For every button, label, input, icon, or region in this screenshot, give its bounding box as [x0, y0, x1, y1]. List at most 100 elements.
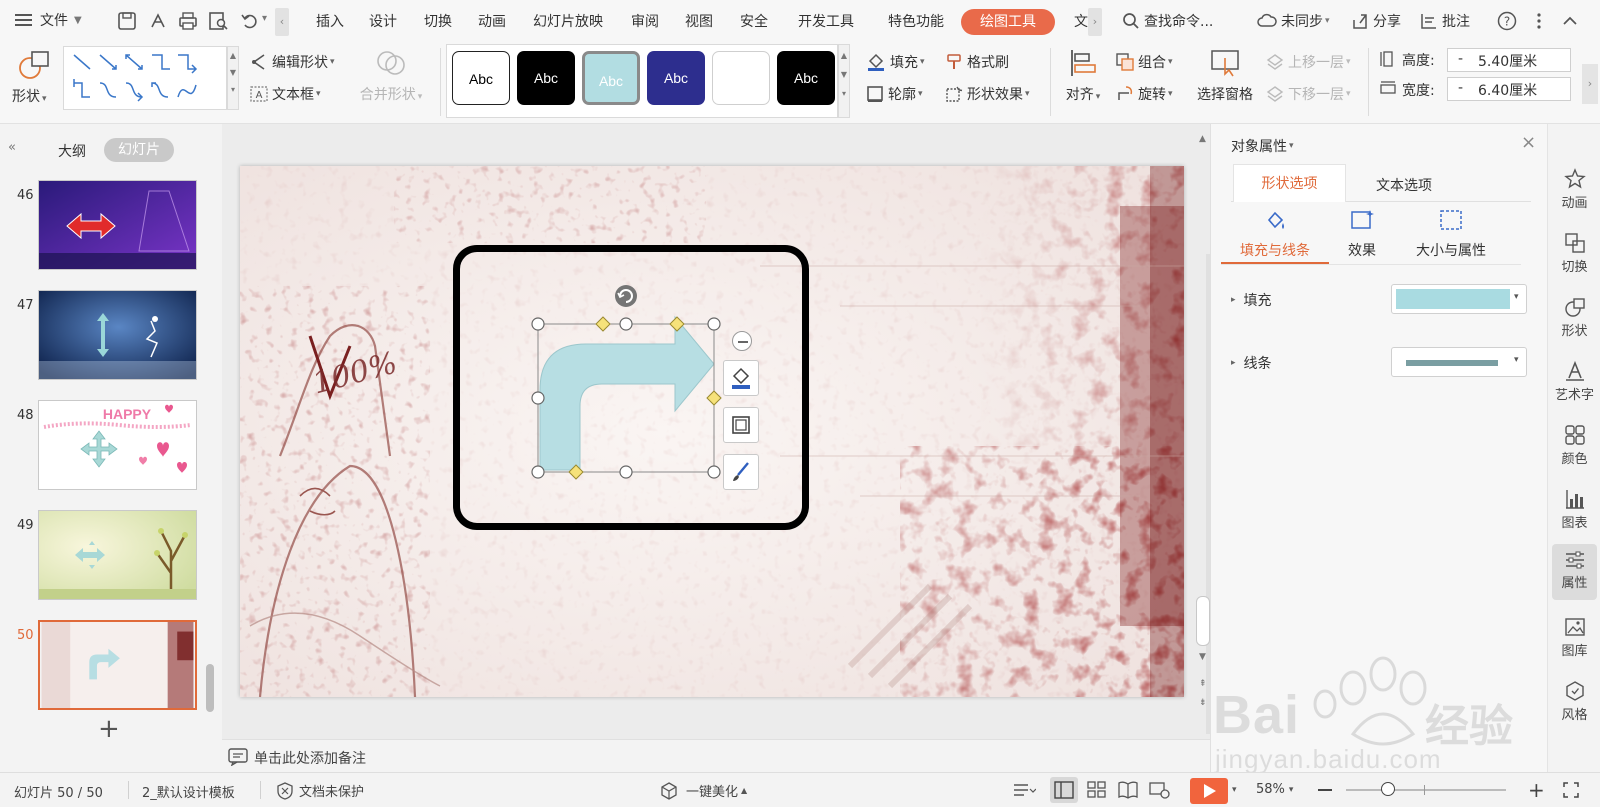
- slide-panel-scrollbar[interactable]: [206, 664, 214, 712]
- slide-thumbnail-50[interactable]: [38, 620, 197, 710]
- slide-thumbnail-48[interactable]: HAPPY: [38, 400, 197, 490]
- strip-style[interactable]: 风格: [1548, 676, 1600, 732]
- bring-forward-button[interactable]: 上移一层 ▾: [1266, 52, 1351, 72]
- strip-chart[interactable]: 图表: [1548, 484, 1600, 540]
- tab-developer[interactable]: 开发工具: [798, 11, 854, 31]
- shape-effects-button[interactable]: 形状效果 ▾: [945, 84, 1030, 104]
- strip-shape[interactable]: 形状: [1548, 292, 1600, 348]
- tab-animation[interactable]: 动画: [478, 11, 506, 31]
- slide-sorter-icon[interactable]: [1086, 780, 1108, 800]
- strip-wordart[interactable]: 艺术字: [1548, 356, 1600, 412]
- print-icon[interactable]: [178, 11, 198, 31]
- height-input[interactable]: - 5.40厘米: [1447, 48, 1571, 72]
- style-sample-white-outline[interactable]: Abc: [452, 51, 510, 105]
- subtab-fill-line[interactable]: 填充与线条: [1233, 206, 1317, 260]
- outline-button[interactable]: 轮廓 ▾: [866, 84, 923, 104]
- selection-pane-button[interactable]: 选择窗格: [1192, 48, 1258, 104]
- zoom-out-button[interactable]: [1318, 789, 1332, 791]
- beautify-button[interactable]: 一键美化 ▲: [660, 781, 747, 800]
- undo-dropdown-icon[interactable]: ▾: [262, 13, 267, 24]
- tab-outline[interactable]: 大纲: [58, 141, 86, 161]
- group-button[interactable]: 组合 ▾: [1116, 52, 1173, 72]
- doc-protect-status[interactable]: 文档未保护: [277, 781, 364, 800]
- tab-design[interactable]: 设计: [369, 11, 397, 31]
- quick-style-button[interactable]: [723, 454, 759, 490]
- strip-color[interactable]: 颜色: [1548, 420, 1600, 476]
- tab-text-options[interactable]: 文本选项: [1376, 175, 1432, 195]
- format-painter-button[interactable]: 格式刷: [945, 52, 1009, 72]
- reading-view-icon[interactable]: [1117, 780, 1139, 800]
- command-search[interactable]: 查找命令...: [1122, 11, 1213, 31]
- strip-animation[interactable]: 动画: [1548, 164, 1600, 220]
- help-icon[interactable]: ?: [1497, 11, 1517, 31]
- collapse-panel-icon[interactable]: «: [8, 140, 16, 155]
- collapse-toolbar-button[interactable]: [732, 331, 752, 351]
- tab-view[interactable]: 视图: [685, 11, 713, 31]
- close-icon[interactable]: ×: [1521, 132, 1536, 153]
- height-decrement[interactable]: -: [1458, 51, 1463, 67]
- add-slide-button[interactable]: +: [98, 714, 120, 744]
- normal-view-button[interactable]: [1050, 777, 1078, 803]
- width-input[interactable]: - 6.40厘米: [1447, 77, 1571, 101]
- share-button[interactable]: 分享: [1351, 11, 1401, 31]
- subtab-effect[interactable]: 效果: [1326, 206, 1398, 260]
- style-sample-light-blue-selected[interactable]: Abc: [582, 51, 640, 105]
- scroll-left-button[interactable]: ‹: [275, 8, 289, 36]
- canvas-scrollbar[interactable]: [1196, 596, 1210, 646]
- line-gallery[interactable]: [63, 46, 227, 110]
- presenter-view-icon[interactable]: [1148, 780, 1170, 800]
- sync-status[interactable]: 未同步 ▾: [1257, 11, 1330, 31]
- zoom-slider-track[interactable]: [1346, 789, 1506, 791]
- zoom-slider-thumb[interactable]: [1381, 782, 1395, 796]
- scroll-up-icon[interactable]: ▲: [1199, 134, 1206, 144]
- export-pdf-icon[interactable]: [148, 11, 168, 31]
- notes-bar[interactable]: 单击此处添加备注: [222, 739, 1210, 772]
- zoom-in-button[interactable]: +: [1528, 778, 1545, 802]
- fill-section-toggle[interactable]: ▸ 填充: [1231, 290, 1272, 310]
- fit-window-icon[interactable]: [1562, 781, 1580, 799]
- review-button[interactable]: 批注: [1420, 11, 1470, 31]
- tab-drawing-tools[interactable]: 绘图工具: [961, 9, 1055, 35]
- slide-thumbnail-49[interactable]: [38, 510, 197, 600]
- rotate-button[interactable]: 旋转 ▾: [1116, 84, 1173, 104]
- ribbon-scroll-right[interactable]: ›: [1582, 64, 1598, 104]
- style-sample-black[interactable]: Abc: [517, 51, 575, 105]
- notes-toggle-icon[interactable]: [1012, 782, 1036, 800]
- gallery-scroll[interactable]: ▲ ▼ ▾: [227, 46, 239, 110]
- style-sample-black-2[interactable]: Abc: [777, 51, 835, 105]
- text-box-button[interactable]: A 文本框 ▾: [250, 84, 321, 104]
- fill-color-dropdown[interactable]: ▾: [1391, 284, 1527, 314]
- quick-outline-button[interactable]: [723, 407, 759, 443]
- current-slide[interactable]: 100%: [240, 166, 1184, 697]
- style-sample-blank[interactable]: [712, 51, 770, 105]
- zoom-level[interactable]: 58% ▾: [1256, 782, 1293, 797]
- merge-shape-button[interactable]: 合并形状 ▾: [354, 48, 428, 108]
- fill-button[interactable]: 填充 ▾: [866, 52, 925, 72]
- quick-fill-button[interactable]: [723, 360, 759, 396]
- edit-shape-button[interactable]: 编辑形状 ▾: [250, 52, 335, 72]
- tab-text-tools[interactable]: 文: [1074, 11, 1088, 31]
- shape-button[interactable]: 形状 ▾: [12, 48, 56, 110]
- tab-shape-options[interactable]: 形状选项: [1233, 164, 1346, 202]
- strip-properties[interactable]: 属性: [1552, 544, 1597, 600]
- line-color-dropdown[interactable]: ▾: [1391, 347, 1527, 377]
- width-decrement[interactable]: -: [1458, 80, 1463, 96]
- slide-thumbnail-46[interactable]: [38, 180, 197, 270]
- align-button[interactable]: 对齐 ▾: [1060, 48, 1106, 104]
- print-preview-icon[interactable]: [208, 11, 228, 31]
- send-backward-button[interactable]: 下移一层 ▾: [1266, 84, 1351, 104]
- play-slideshow-button[interactable]: [1190, 778, 1228, 804]
- tab-insert[interactable]: 插入: [316, 11, 344, 31]
- strip-gallery[interactable]: 图库: [1548, 612, 1600, 668]
- more-icon[interactable]: [1529, 11, 1549, 31]
- template-name[interactable]: 2_默认设计模板: [142, 782, 235, 801]
- tab-slideshow[interactable]: 幻灯片放映: [533, 11, 603, 31]
- tab-features[interactable]: 特色功能: [888, 11, 944, 31]
- tab-transition[interactable]: 切换: [424, 11, 452, 31]
- slide-thumbnail-47[interactable]: [38, 290, 197, 380]
- strip-transition[interactable]: 切换: [1548, 228, 1600, 284]
- tab-security[interactable]: 安全: [740, 11, 768, 31]
- save-icon[interactable]: [117, 11, 137, 31]
- line-section-toggle[interactable]: ▸ 线条: [1231, 353, 1272, 373]
- collapse-ribbon-icon[interactable]: [1560, 11, 1580, 31]
